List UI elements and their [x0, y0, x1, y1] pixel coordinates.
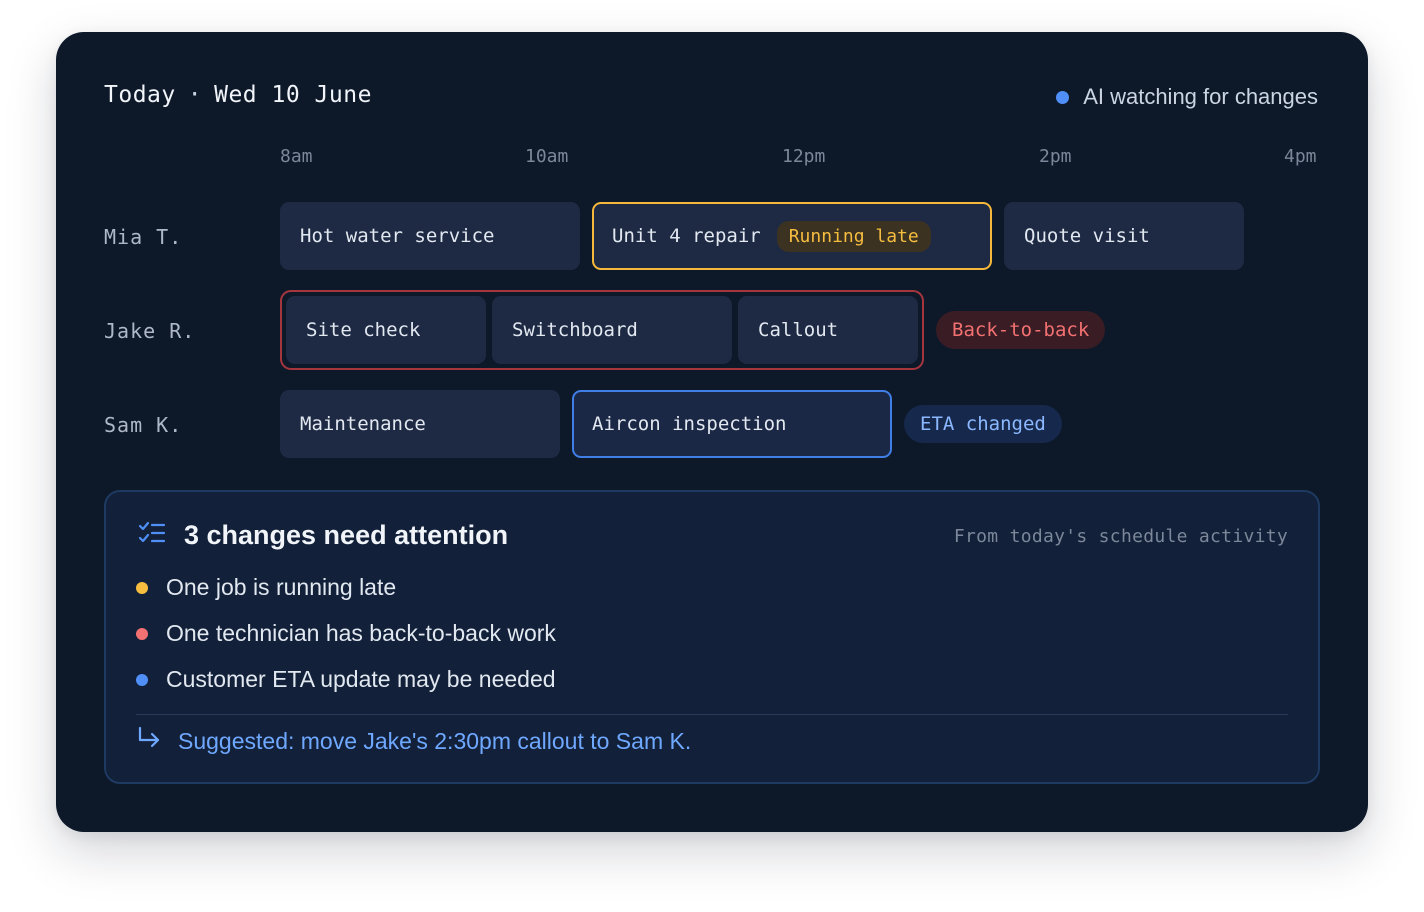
- checklist-icon: [138, 520, 166, 551]
- job-block-eta[interactable]: Aircon inspection: [572, 390, 892, 458]
- job-label: Callout: [758, 319, 839, 341]
- suggestion-text: Suggested: move Jake's 2:30pm callout to…: [178, 727, 692, 754]
- running-late-badge: Running late: [776, 220, 931, 252]
- hour-label-8am: 8am: [280, 146, 313, 167]
- job-label: Hot water service: [300, 225, 495, 247]
- hour-label-4pm: 4pm: [1284, 146, 1317, 167]
- list-item-text: One job is running late: [166, 574, 397, 600]
- title-separator: ·: [187, 82, 203, 108]
- job-label: Aircon inspection: [592, 413, 787, 435]
- job-block-late[interactable]: Unit 4 repair Running late: [592, 202, 992, 270]
- today-label: Today: [104, 82, 176, 108]
- eta-changed-badge: ETA changed: [904, 405, 1062, 443]
- ai-status: AI watching for changes: [1056, 84, 1318, 110]
- list-item: One job is running late: [136, 574, 396, 601]
- job-label: Quote visit: [1024, 225, 1150, 247]
- arrow-return-icon: [136, 726, 162, 756]
- job-block[interactable]: Quote visit: [1004, 202, 1244, 270]
- warning-dot-icon: [136, 581, 148, 594]
- attention-source: From today's schedule activity: [953, 526, 1288, 547]
- list-item-text: One technician has back-to-back work: [166, 620, 556, 646]
- schedule-card: Today · Wed 10 June AI watching for change…: [56, 32, 1368, 832]
- list-item: Customer ETA update may be needed: [136, 666, 556, 693]
- page-title: Today · Wed 10 June: [104, 82, 372, 108]
- technician-name: Mia T.: [104, 225, 183, 249]
- technician-name: Sam K.: [104, 413, 183, 437]
- divider: [136, 714, 1288, 715]
- info-dot-icon: [136, 673, 148, 686]
- alert-dot-icon: [136, 627, 148, 640]
- job-block[interactable]: Callout: [738, 296, 918, 364]
- attention-panel: 3 changes need attention From today's sc…: [104, 490, 1320, 784]
- back-to-back-badge: Back-to-back: [936, 311, 1106, 349]
- date-label: Wed 10 June: [214, 82, 372, 108]
- job-block[interactable]: Switchboard: [492, 296, 732, 364]
- job-label: Maintenance: [300, 413, 426, 435]
- job-label: Switchboard: [512, 319, 638, 341]
- status-dot-icon: [1056, 90, 1070, 104]
- job-label: Site check: [306, 319, 421, 341]
- job-block[interactable]: Hot water service: [280, 202, 580, 270]
- ai-status-label: AI watching for changes: [1083, 84, 1318, 109]
- job-block[interactable]: Maintenance: [280, 390, 560, 458]
- list-item: One technician has back-to-back work: [136, 620, 556, 647]
- hour-label-2pm: 2pm: [1039, 146, 1072, 167]
- job-label: Unit 4 repair: [612, 225, 761, 247]
- list-item-text: Customer ETA update may be needed: [166, 666, 556, 692]
- hour-label-12pm: 12pm: [782, 146, 826, 167]
- attention-header: 3 changes need attention: [138, 520, 508, 551]
- job-block[interactable]: Site check: [286, 296, 486, 364]
- attention-title: 3 changes need attention: [184, 520, 509, 550]
- technician-name: Jake R.: [104, 319, 196, 343]
- suggestion-link[interactable]: Suggested: move Jake's 2:30pm callout to…: [136, 726, 691, 756]
- hour-label-10am: 10am: [525, 146, 569, 167]
